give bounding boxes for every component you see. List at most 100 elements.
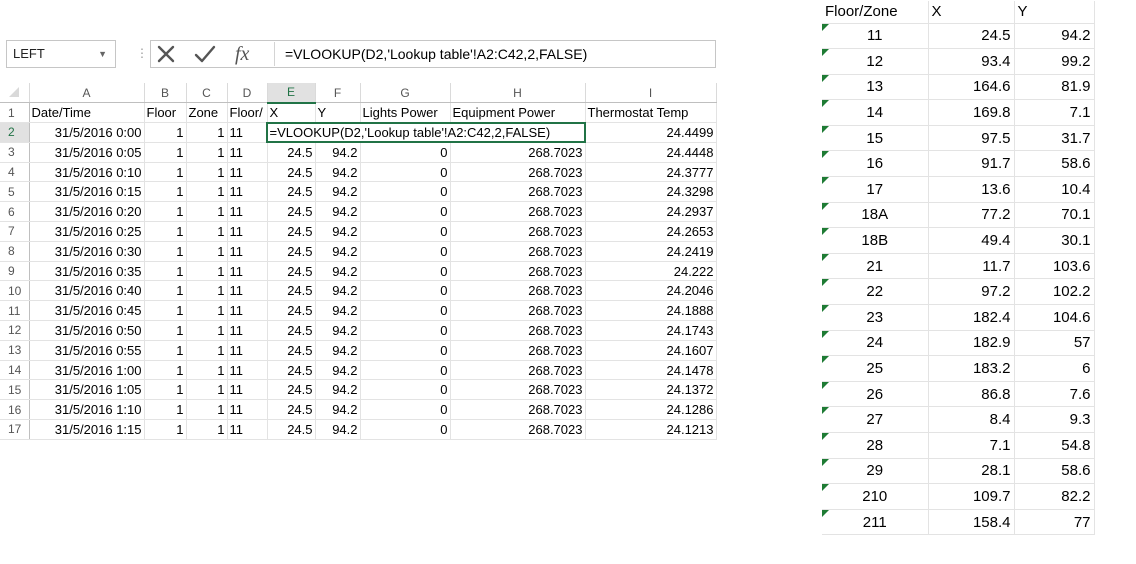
cell[interactable]: 24.1607 — [585, 340, 717, 361]
cell[interactable]: 94.2 — [315, 241, 361, 262]
cell[interactable]: 31/5/2016 0:40 — [29, 280, 145, 302]
cell[interactable]: 24.5 — [267, 379, 316, 401]
cell[interactable]: 24.5 — [267, 320, 316, 341]
cell[interactable]: Date/Time — [29, 102, 145, 124]
cell[interactable]: 11 — [227, 280, 268, 302]
cell[interactable]: 11 — [227, 419, 268, 440]
cell[interactable]: 1 — [186, 340, 228, 361]
lookup-cell[interactable]: 97.5 — [928, 125, 1015, 152]
cell[interactable]: 268.7023 — [450, 300, 586, 322]
lookup-cell[interactable]: 93.4 — [928, 48, 1015, 75]
cell[interactable]: 24.5 — [267, 261, 316, 282]
cell[interactable]: 1 — [186, 379, 228, 401]
cell[interactable]: 94.2 — [315, 300, 361, 322]
row-header[interactable]: 3 — [0, 142, 30, 163]
row-header[interactable]: 9 — [0, 261, 30, 282]
cell[interactable]: 268.7023 — [450, 181, 586, 203]
cell[interactable]: 24.1213 — [585, 419, 717, 440]
lookup-cell[interactable]: 17 — [822, 176, 929, 203]
row-header[interactable]: 7 — [0, 221, 30, 242]
lookup-cell[interactable]: 103.6 — [1014, 253, 1095, 280]
column-header-a[interactable]: A — [29, 83, 145, 104]
cell[interactable]: 1 — [144, 320, 187, 341]
cell[interactable]: 1 — [144, 399, 187, 421]
lookup-cell[interactable]: 13 — [822, 74, 929, 101]
row-header[interactable]: 12 — [0, 320, 30, 341]
cell[interactable]: 268.7023 — [450, 241, 586, 262]
lookup-cell[interactable]: 29 — [822, 458, 929, 485]
lookup-cell[interactable]: 182.4 — [928, 304, 1015, 331]
column-header-d[interactable]: D — [227, 83, 268, 104]
lookup-cell[interactable]: 211 — [822, 509, 929, 536]
cell[interactable]: Thermostat Temp — [585, 102, 717, 124]
editing-cell[interactable]: =VLOOKUP(D2,'Lookup table'!A2:C42,2,FALS… — [266, 121, 586, 144]
name-box[interactable]: LEFT ▼ — [6, 40, 116, 68]
cell[interactable]: 94.2 — [315, 162, 361, 183]
lookup-cell[interactable]: 70.1 — [1014, 202, 1095, 229]
cell[interactable]: 1 — [186, 221, 228, 242]
cell[interactable]: 24.4448 — [585, 142, 717, 163]
cell[interactable]: 0 — [360, 142, 451, 163]
lookup-cell[interactable]: 102.2 — [1014, 278, 1095, 306]
cell[interactable]: 1 — [186, 360, 228, 381]
cell[interactable]: 11 — [227, 261, 268, 282]
lookup-cell[interactable]: 164.6 — [928, 74, 1015, 101]
x-icon[interactable] — [156, 44, 176, 64]
cell[interactable]: 24.1286 — [585, 399, 717, 421]
check-icon[interactable] — [194, 44, 216, 64]
cell[interactable]: 94.2 — [315, 142, 361, 163]
cell[interactable]: 24.1743 — [585, 320, 717, 341]
cell[interactable]: 24.5 — [267, 360, 316, 381]
cell[interactable]: 24.5 — [267, 399, 316, 421]
cell[interactable]: 94.2 — [315, 221, 361, 242]
cell[interactable]: 0 — [360, 201, 451, 223]
lookup-cell[interactable]: 18A — [822, 202, 929, 229]
cell[interactable]: 94.2 — [315, 320, 361, 341]
cell[interactable]: 0 — [360, 181, 451, 203]
cell[interactable]: 0 — [360, 221, 451, 242]
row-header[interactable]: 16 — [0, 399, 30, 421]
cell[interactable]: 31/5/2016 0:45 — [29, 300, 145, 322]
cell[interactable]: 1 — [144, 201, 187, 223]
cell[interactable]: 1 — [144, 122, 187, 143]
lookup-cell[interactable]: 24 — [822, 330, 929, 357]
cell[interactable]: 24.2937 — [585, 201, 717, 223]
cell[interactable]: 11 — [227, 162, 268, 183]
cell[interactable]: 31/5/2016 0:10 — [29, 162, 145, 183]
lookup-cell[interactable]: 7.6 — [1014, 381, 1095, 408]
cell[interactable]: 24.5 — [267, 280, 316, 302]
lookup-cell[interactable]: 23 — [822, 304, 929, 331]
cell[interactable]: 0 — [360, 320, 451, 341]
cell[interactable]: 24.1888 — [585, 300, 717, 322]
lookup-cell[interactable]: 57 — [1014, 330, 1095, 357]
cell[interactable]: 1 — [144, 419, 187, 440]
cell[interactable]: 11 — [227, 201, 268, 223]
lookup-header-cell[interactable]: Y — [1014, 1, 1095, 24]
lookup-cell[interactable]: 10.4 — [1014, 176, 1095, 203]
cell[interactable]: 94.2 — [315, 181, 361, 203]
cell[interactable]: 0 — [360, 379, 451, 401]
lookup-cell[interactable]: 8.4 — [928, 406, 1015, 433]
lookup-cell[interactable]: 24.5 — [928, 23, 1015, 50]
cell[interactable]: 24.1372 — [585, 379, 717, 401]
cell[interactable]: 94.2 — [315, 379, 361, 401]
cell[interactable]: 11 — [227, 241, 268, 262]
cell[interactable]: 1 — [186, 162, 228, 183]
select-all-corner[interactable] — [0, 83, 30, 104]
cell[interactable]: 24.5 — [267, 162, 316, 183]
cell[interactable]: 1 — [144, 261, 187, 282]
cell[interactable]: 31/5/2016 0:55 — [29, 340, 145, 361]
cell[interactable]: 0 — [360, 162, 451, 183]
lookup-cell[interactable]: 81.9 — [1014, 74, 1095, 101]
row-header[interactable]: 10 — [0, 280, 30, 302]
cell[interactable]: 11 — [227, 142, 268, 163]
cell[interactable]: 1 — [144, 162, 187, 183]
cell[interactable]: 1 — [144, 379, 187, 401]
cell[interactable]: 268.7023 — [450, 142, 586, 163]
cell[interactable]: 268.7023 — [450, 221, 586, 242]
column-header-e[interactable]: E — [267, 83, 316, 104]
cell[interactable]: 24.5 — [267, 340, 316, 361]
cell[interactable]: 1 — [186, 300, 228, 322]
lookup-cell[interactable]: 30.1 — [1014, 227, 1095, 254]
cell[interactable]: 268.7023 — [450, 261, 586, 282]
